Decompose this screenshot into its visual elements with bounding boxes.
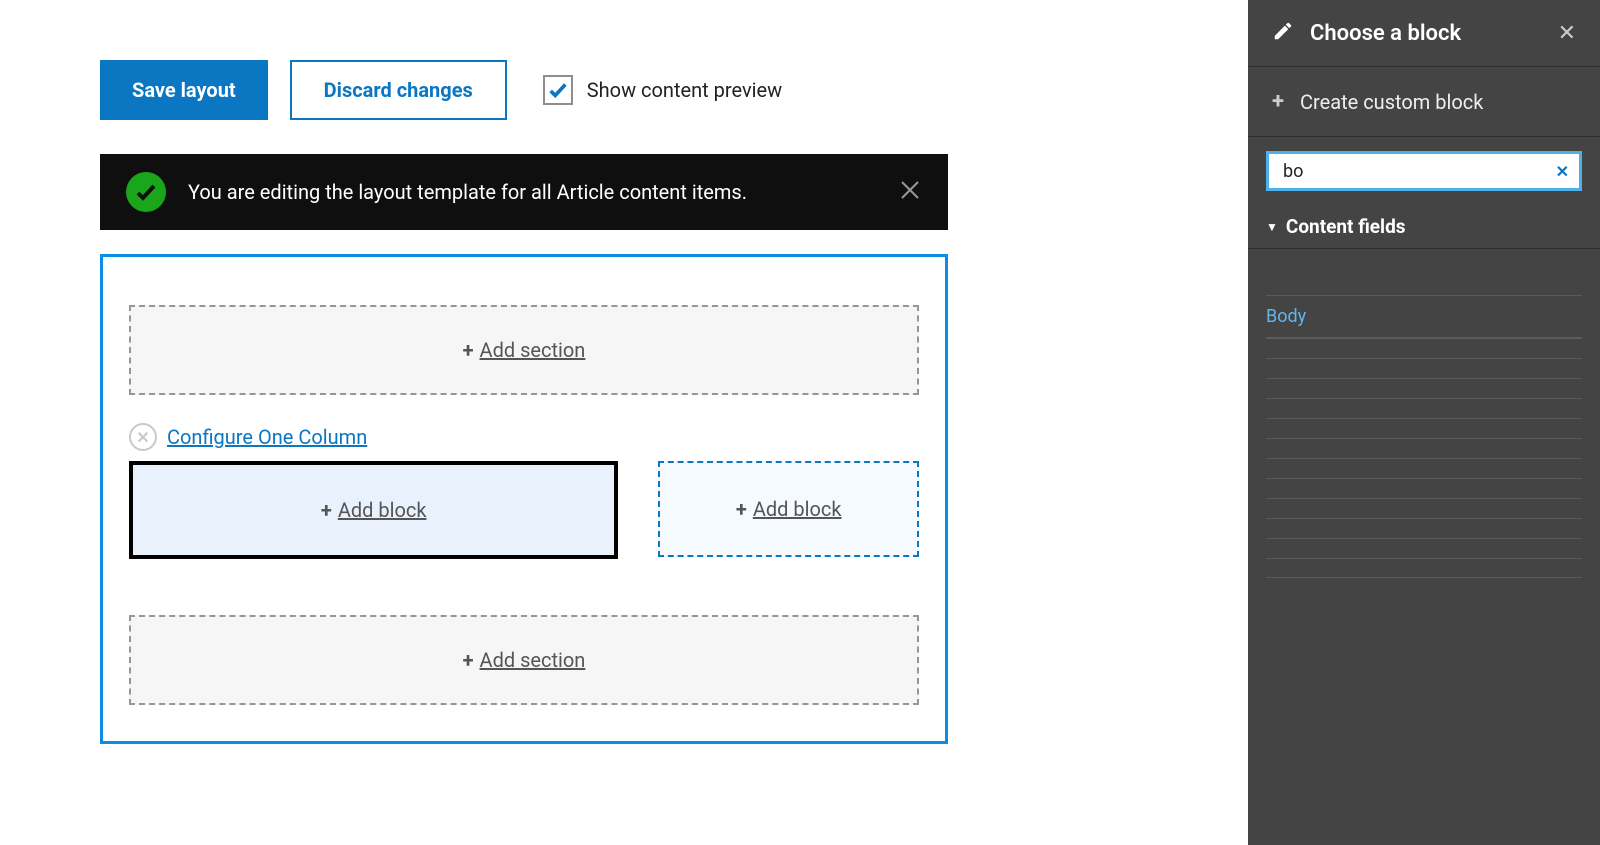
block-result-item[interactable]: Body xyxy=(1266,295,1582,338)
clear-filter-icon[interactable]: ✕ xyxy=(1556,162,1569,181)
section-columns: + Add block + Add block xyxy=(129,461,919,559)
close-icon[interactable]: ✕ xyxy=(1558,21,1576,46)
list-line xyxy=(1266,458,1582,478)
list-line xyxy=(1266,498,1582,518)
content-preview-label: Show content preview xyxy=(587,78,782,102)
status-message-text: You are editing the layout template for … xyxy=(188,180,898,204)
plus-icon: + xyxy=(736,497,747,521)
block-filter-wrap: ✕ xyxy=(1248,137,1600,205)
configure-section-link[interactable]: Configure One Column xyxy=(167,425,367,449)
pencil-icon xyxy=(1272,20,1310,46)
plus-icon: + xyxy=(1272,89,1284,114)
status-message-bar: You are editing the layout template for … xyxy=(100,154,948,230)
list-line xyxy=(1266,478,1582,498)
add-block-label: Add block xyxy=(338,498,427,522)
list-line xyxy=(1266,538,1582,558)
save-layout-button[interactable]: Save layout xyxy=(100,60,268,120)
category-label: Content fields xyxy=(1286,215,1406,238)
check-circle-icon xyxy=(126,172,166,212)
list-line xyxy=(1266,358,1582,378)
toolbar: Save layout Discard changes Show content… xyxy=(100,60,1248,120)
add-section-label: Add section xyxy=(480,338,586,362)
block-filter-field[interactable]: ✕ xyxy=(1266,151,1582,191)
add-block-button-left[interactable]: + Add block xyxy=(129,461,618,559)
main-layout-editor: Save layout Discard changes Show content… xyxy=(0,0,1248,845)
block-filter-input[interactable] xyxy=(1283,161,1556,182)
add-block-button-right[interactable]: + Add block xyxy=(658,461,919,557)
block-results-list: Body xyxy=(1248,249,1600,578)
content-preview-toggle[interactable]: Show content preview xyxy=(543,75,782,105)
plus-icon: + xyxy=(463,648,474,672)
expanded-triangle-icon: ▼ xyxy=(1266,220,1278,234)
checkbox-checked-icon xyxy=(543,75,573,105)
list-line xyxy=(1266,378,1582,398)
sidebar-title: Choose a block xyxy=(1310,21,1558,46)
discard-changes-button[interactable]: Discard changes xyxy=(290,60,507,120)
close-icon[interactable] xyxy=(898,178,922,207)
add-section-label: Add section xyxy=(480,648,586,672)
create-custom-block-label: Create custom block xyxy=(1300,90,1483,114)
add-section-button-bottom[interactable]: + Add section xyxy=(129,615,919,705)
block-picker-sidebar: Choose a block ✕ + Create custom block ✕… xyxy=(1248,0,1600,845)
layout-builder-region: + Add section ✕ Configure One Column + A… xyxy=(100,254,948,744)
list-line xyxy=(1266,418,1582,438)
category-content-fields[interactable]: ▼ Content fields xyxy=(1248,205,1600,249)
list-line xyxy=(1266,518,1582,538)
list-line xyxy=(1266,438,1582,458)
sidebar-header: Choose a block ✕ xyxy=(1248,0,1600,67)
plus-icon: + xyxy=(321,498,332,522)
list-line xyxy=(1266,338,1582,358)
create-custom-block-button[interactable]: + Create custom block xyxy=(1248,67,1600,137)
add-block-label: Add block xyxy=(753,497,842,521)
add-section-button-top[interactable]: + Add section xyxy=(129,305,919,395)
list-line xyxy=(1266,558,1582,578)
list-line xyxy=(1266,398,1582,418)
plus-icon: + xyxy=(463,338,474,362)
section-configure-row: ✕ Configure One Column xyxy=(129,423,919,451)
remove-section-icon[interactable]: ✕ xyxy=(129,423,157,451)
